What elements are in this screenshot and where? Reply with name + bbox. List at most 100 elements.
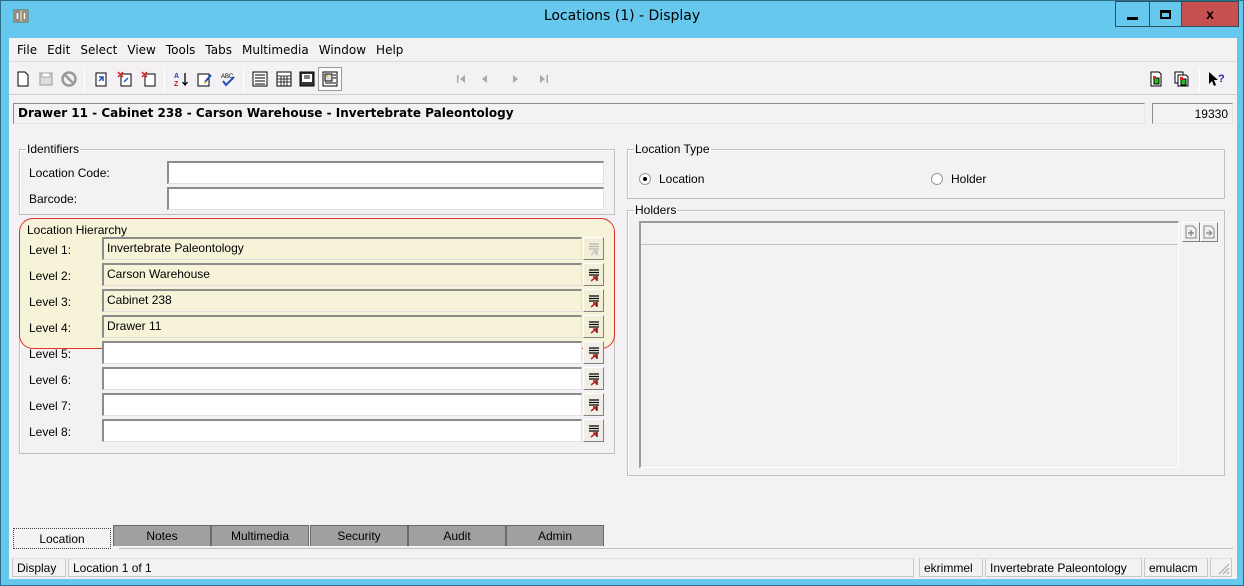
copy-record-icon: [1150, 71, 1162, 87]
resize-grip-icon: [1218, 563, 1230, 575]
lookup-icon: [588, 294, 599, 308]
menu-help[interactable]: Help: [372, 43, 409, 57]
next-record-icon: [513, 75, 518, 83]
cancel-icon: [61, 71, 77, 87]
menu-select[interactable]: Select: [76, 43, 123, 57]
context-help-icon: ?: [1209, 72, 1225, 86]
level-5-lookup-button[interactable]: [583, 341, 604, 364]
level-5-input[interactable]: [102, 341, 582, 364]
copy-records-icon: [1174, 71, 1189, 87]
level-6-input[interactable]: [102, 367, 582, 390]
holders-list[interactable]: [639, 221, 1179, 468]
barcode-label: Barcode:: [29, 192, 78, 206]
list-view-button[interactable]: [274, 69, 294, 89]
first-record-icon: [457, 75, 465, 83]
minimize-button[interactable]: [1115, 1, 1150, 27]
level-6-lookup-button[interactable]: [583, 367, 604, 390]
location-code-input[interactable]: [167, 161, 604, 184]
level-1-lookup-button[interactable]: [583, 237, 604, 260]
client-area: File Edit Select View Tools Tabs Multime…: [9, 38, 1237, 579]
discard-button[interactable]: [139, 69, 159, 89]
lookup-icon: [588, 320, 599, 334]
svg-text:?: ?: [1218, 73, 1225, 85]
level-4-lookup-button[interactable]: [583, 315, 604, 338]
open-record-button[interactable]: [91, 69, 111, 89]
level-3-input[interactable]: Cabinet 238: [102, 289, 582, 312]
page-view-icon: [299, 71, 315, 87]
level-2-lookup-button[interactable]: [583, 263, 604, 286]
save-button[interactable]: [36, 69, 56, 89]
location-radio[interactable]: [639, 173, 651, 185]
previous-record-button[interactable]: [475, 69, 495, 89]
tab-location[interactable]: Location: [13, 528, 111, 549]
sort-az-icon: AZ: [174, 73, 188, 87]
level-2-label: Level 2:: [29, 269, 72, 283]
first-record-button[interactable]: [451, 69, 471, 89]
go-to-holder-button[interactable]: [1200, 222, 1218, 242]
delete-record-icon: [117, 71, 132, 87]
menu-window[interactable]: Window: [315, 43, 372, 57]
title-bar[interactable]: Locations (1) - Display x: [1, 1, 1243, 32]
holders-legend: Holders: [634, 203, 678, 217]
tab-audit[interactable]: Audit: [408, 525, 506, 546]
status-department: Invertebrate Paleontology: [985, 558, 1142, 577]
spell-check-icon: ABC: [221, 74, 235, 87]
previous-record-icon: [482, 75, 487, 83]
next-record-button[interactable]: [505, 69, 525, 89]
list-view-icon: [276, 71, 292, 87]
close-button[interactable]: x: [1181, 1, 1239, 27]
copy-records-button[interactable]: [1172, 69, 1192, 89]
level-4-label: Level 4:: [29, 321, 72, 335]
toolbar-separator: [243, 69, 244, 91]
notes-edit-button[interactable]: [195, 69, 215, 89]
level-3-lookup-button[interactable]: [583, 289, 604, 312]
level-7-label: Level 7:: [29, 399, 72, 413]
menu-edit[interactable]: Edit: [43, 43, 76, 57]
tab-multimedia[interactable]: Multimedia: [211, 525, 309, 546]
lookup-icon: [588, 346, 599, 360]
level-2-input[interactable]: Carson Warehouse: [102, 263, 582, 286]
tab-notes[interactable]: Notes: [113, 525, 211, 546]
lookup-icon: [588, 398, 599, 412]
resize-grip[interactable]: [1210, 558, 1232, 577]
new-button[interactable]: [13, 69, 33, 89]
level-8-input[interactable]: [102, 419, 582, 442]
add-holder-button[interactable]: [1182, 222, 1200, 242]
spell-check-button[interactable]: ABC: [218, 69, 238, 89]
toolbar-separator: [164, 69, 165, 91]
maximize-button[interactable]: [1149, 1, 1182, 27]
level-8-label: Level 8:: [29, 425, 72, 439]
image-view-button[interactable]: [318, 67, 342, 91]
details-view-button[interactable]: [250, 69, 270, 89]
tab-admin[interactable]: Admin: [506, 525, 604, 546]
last-record-button[interactable]: [534, 69, 554, 89]
barcode-input[interactable]: [167, 187, 604, 210]
holder-radio-label[interactable]: Holder: [951, 172, 986, 186]
menu-tabs[interactable]: Tabs: [201, 43, 238, 57]
menu-view[interactable]: View: [123, 43, 161, 57]
level-3-label: Level 3:: [29, 295, 72, 309]
menu-tools[interactable]: Tools: [162, 43, 202, 57]
level-4-input[interactable]: Drawer 11: [102, 315, 582, 338]
level-7-input[interactable]: [102, 393, 582, 416]
page-view-button[interactable]: [297, 69, 317, 89]
last-record-icon: [540, 75, 548, 83]
new-document-icon: [17, 71, 29, 87]
open-record-icon: [95, 72, 107, 87]
menu-file[interactable]: File: [13, 43, 43, 57]
sort-button[interactable]: AZ: [171, 69, 191, 89]
delete-record-button[interactable]: [115, 69, 135, 89]
level-8-lookup-button[interactable]: [583, 419, 604, 442]
menu-multimedia[interactable]: Multimedia: [238, 43, 315, 57]
location-radio-label[interactable]: Location: [659, 172, 704, 186]
copy-record-button[interactable]: [1146, 69, 1166, 89]
level-6-label: Level 6:: [29, 373, 72, 387]
lookup-icon: [588, 372, 599, 386]
cancel-button[interactable]: [59, 69, 79, 89]
tab-security[interactable]: Security: [310, 525, 408, 546]
level-1-input[interactable]: Invertebrate Paleontology: [102, 237, 582, 260]
context-help-button[interactable]: ?: [1207, 69, 1227, 89]
holder-radio[interactable]: [931, 173, 943, 185]
level-7-lookup-button[interactable]: [583, 393, 604, 416]
level-5-label: Level 5:: [29, 347, 72, 361]
